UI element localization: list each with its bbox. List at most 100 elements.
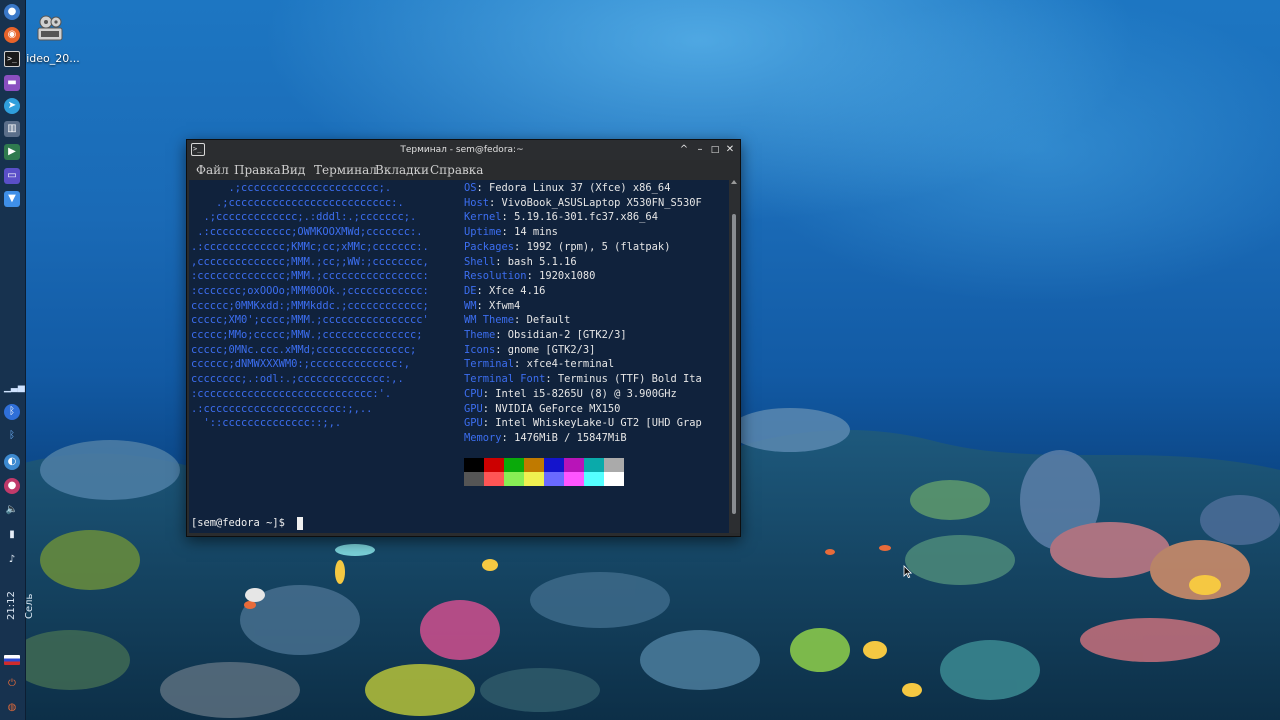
info-row: Host: VivoBook_ASUSLaptop X530FN_S530F [464,196,702,211]
color-swatch [604,458,624,472]
bluetooth-icon-2[interactable]: ᛒ [4,428,20,444]
signal-icon[interactable]: ▁▃▅ [4,380,25,396]
clock-day: Сель [24,593,35,619]
info-row: Terminal Font: Terminus (TTF) Bold Ita [464,372,702,387]
color-swatch [584,458,604,472]
info-key: Packages [464,240,515,253]
color-swatch [544,472,564,486]
app-status-icon[interactable]: ● [4,478,20,494]
ascii-logo-line: ccccc;XM0';cccc;MMM.;cccccccccccccccc' [191,314,429,327]
remote-desktop-icon[interactable]: ▭ [4,168,20,184]
info-key: Kernel [464,211,502,224]
info-key: WM Theme [464,314,515,327]
ascii-logo-line: '::cccccccccccccc::;,. [191,417,342,430]
info-value: NVIDIA GeForce MX150 [495,402,621,415]
info-separator: : [514,240,527,253]
video-file-icon [37,15,63,41]
applications-menu-icon[interactable]: ● [4,4,20,20]
left-panel: ● ◉ >_ ▬ ➤ ▥ ▶ ▭ ▼ ▁▃▅ ᛒ ᛒ ◐ ● 🔈 ▮ ♪ 21:… [0,0,35,720]
shell-prompt: [sem@fedora ~]$ [191,517,292,529]
menu-terminal[interactable]: Терминал [314,160,377,180]
terminal-output[interactable]: .;cccccccccccccccccccccc;. .;ccccccccccc… [189,180,729,533]
color-swatch [484,472,504,486]
vpn-icon[interactable]: ▼ [4,191,20,207]
ascii-logo-line: .:ccccccccccccc;KMMc;cc;xMMc;ccccccc:. [191,240,429,253]
color-swatch [564,458,584,472]
firefox-icon[interactable]: ◉ [4,27,20,43]
color-swatch [504,472,524,486]
info-key: GPU [464,402,483,415]
menu-tabs[interactable]: Вкладки [375,160,429,180]
ascii-logo-line: ccccc;0MNc.ccc.xMMd;ccccccccccccccc; [191,343,417,356]
info-row: CPU: Intel i5-8265U (8) @ 3.900GHz [464,387,677,402]
notification-icon[interactable]: ♪ [4,552,20,568]
info-value: Default [526,314,571,327]
info-key: Theme [464,329,496,341]
close-button[interactable]: ✕ [722,142,738,158]
bluetooth-icon[interactable]: ᛒ [4,404,20,420]
menu-help[interactable]: Справка [430,160,483,180]
battery-icon[interactable]: ▮ [4,527,20,543]
info-row: WM: Xfwm4 [464,299,520,314]
scrollbar[interactable] [729,180,740,533]
info-separator: : [501,226,515,239]
info-separator: : [476,299,490,312]
color-swatch [564,472,584,486]
clock-time: 21:12 [6,591,17,621]
info-row: DE: Xfce 4.16 [464,284,545,299]
color-swatch [604,472,624,486]
telegram-icon[interactable]: ➤ [4,98,20,114]
info-separator: : [482,402,496,415]
menu-file[interactable]: Файл [196,160,229,180]
ascii-logo-line: cccccc;0MMKxdd:;MMMkddc.;cccccccccccc; [191,299,429,312]
ascii-logo-line: .:ccccccccccccc;OWMKOOXMWd;ccccccc:. [191,226,423,239]
network-icon[interactable]: ◐ [4,454,20,470]
library-icon[interactable]: ▥ [4,121,20,137]
media-app-icon[interactable]: ▶ [4,144,20,160]
info-row: Uptime: 14 mins [464,225,558,240]
info-key: Resolution [464,270,527,283]
scrollbar-thumb[interactable] [732,214,736,514]
ascii-logo-line: .;cccccccccccccccccccccccccc:. [191,196,404,209]
info-row: Theme: Obsidian-2 [GTK2/3] [464,328,627,343]
info-value: 1920x1080 [539,270,596,283]
info-row: Icons: gnome [GTK2/3] [464,343,595,358]
info-value: bash 5.1.16 [507,255,577,268]
info-separator: : [501,431,515,444]
terminal-window[interactable]: >_ Терминал - sem@fedora:~ ^ – □ ✕ Файл … [186,139,741,537]
info-value: 5.19.16-301.fc37.x86_64 [514,211,658,224]
info-key: DE [464,284,477,297]
color-swatch [524,458,544,472]
ascii-logo-line: cccccc;dNMWXXXWM0:;cccccccccccccc:, [191,358,410,371]
info-value: Fedora Linux 37 (Xfce) x86_64 [489,182,671,194]
keyboard-layout-flag-icon[interactable] [4,655,20,665]
color-swatch [464,458,484,472]
maximize-button[interactable]: □ [707,142,723,158]
show-desktop-icon[interactable]: ◍ [4,700,20,716]
info-separator: : [526,270,540,283]
info-key: Memory [464,431,502,444]
ascii-logo-line: .;ccccccccccccc;.:dddl:.;ccccccc;. [191,211,417,224]
media-player-icon[interactable]: ▬ [4,75,20,91]
info-key: Host [464,196,490,209]
power-icon[interactable]: ⏻ [4,676,20,692]
minimize-icon[interactable]: ^ [676,142,692,158]
panel-clock[interactable]: 21:12 Сель [3,575,35,635]
ascii-logo-line: cccccccc;.:odl:.;cccccccccccccc:,. [191,373,404,386]
minimize-button[interactable]: – [692,142,708,158]
info-row: GPU: Intel WhiskeyLake-U GT2 [UHD Grap [464,416,702,431]
terminal-icon[interactable]: >_ [4,51,20,67]
text-cursor [297,517,303,530]
info-value: Obsidian-2 [GTK2/3] [507,329,627,341]
volume-icon[interactable]: 🔈 [4,502,20,518]
info-separator: : [495,255,508,268]
menu-view[interactable]: Вид [281,160,305,180]
menu-edit[interactable]: Правка [234,160,281,180]
window-titlebar[interactable]: >_ Терминал - sem@fedora:~ ^ – □ ✕ [187,140,740,160]
ascii-logo-line: :ccccccc;oxOOOo;MMM0OOk.;cccccccccccc: [191,284,429,297]
scroll-up-arrow-icon[interactable] [731,180,737,184]
info-row: Memory: 1476MiB / 15847MiB [464,431,627,446]
terminal-app-icon[interactable]: >_ [191,143,205,156]
info-separator: : [514,314,527,327]
info-value: Intel i5-8265U (8) @ 3.900GHz [495,387,677,400]
